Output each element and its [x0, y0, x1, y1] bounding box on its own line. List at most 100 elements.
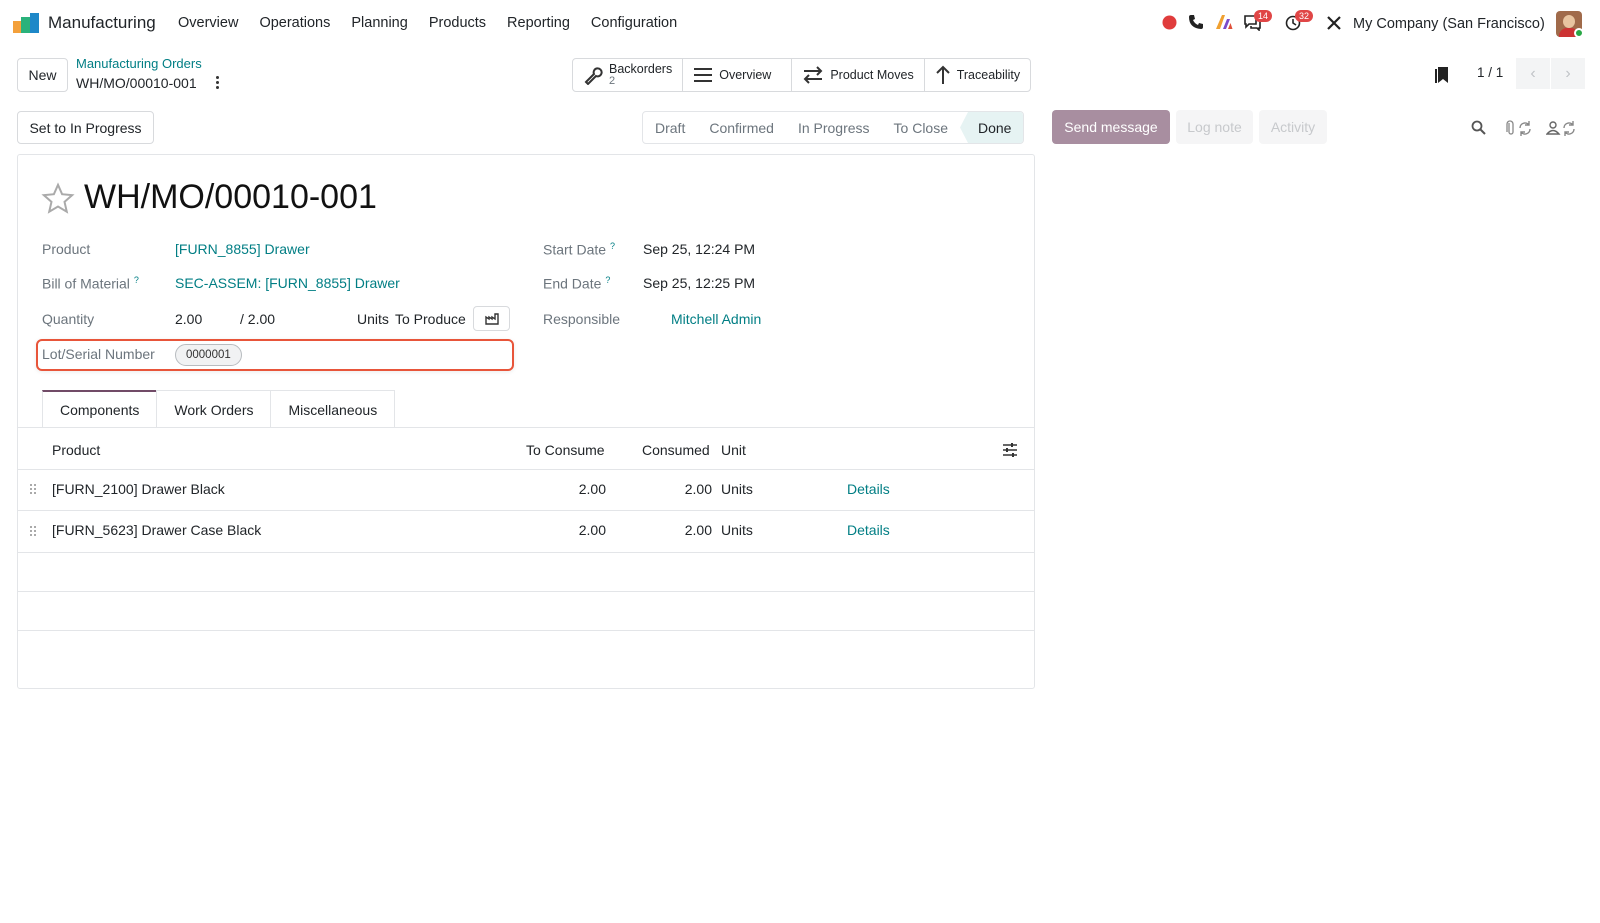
bill-of-material-field[interactable]: SEC-ASSEM: [FURN_8855] Drawer	[175, 275, 400, 291]
record-title: WH/MO/00010-001	[84, 178, 377, 216]
lot-serial-tag[interactable]: 0000001	[175, 344, 242, 366]
column-header-consumed[interactable]: Consumed	[642, 442, 710, 458]
priority-star-icon[interactable]	[41, 182, 75, 216]
backorders-smart-button[interactable]: Backorders 2	[573, 59, 684, 91]
overview-smart-button[interactable]: Overview	[683, 59, 793, 91]
quantity-field[interactable]: 2.00	[175, 311, 202, 327]
new-button[interactable]: New	[17, 58, 68, 92]
transfer-arrows-icon	[803, 66, 823, 84]
recording-icon[interactable]	[1162, 15, 1177, 30]
menu-operations[interactable]: Operations	[259, 15, 330, 31]
breadcrumb-current-record: WH/MO/00010-001	[76, 75, 197, 91]
start-date-label: Start Date?	[543, 241, 616, 258]
help-tooltip-icon[interactable]: ?	[134, 275, 139, 285]
row-details-link[interactable]: Details	[847, 522, 890, 538]
row-unit[interactable]: Units	[721, 522, 753, 538]
messages-icon[interactable]: 14	[1244, 10, 1273, 31]
row-to-consume[interactable]: 2.00	[546, 481, 606, 497]
help-tooltip-icon[interactable]: ?	[605, 275, 610, 285]
responsible-field[interactable]: Mitchell Admin	[671, 311, 761, 327]
tab-divider	[17, 427, 1034, 428]
table-empty-row-divider	[17, 591, 1034, 592]
debug-tools-icon[interactable]	[1326, 15, 1342, 31]
tab-miscellaneous[interactable]: Miscellaneous	[270, 390, 396, 428]
product-label: Product	[42, 241, 91, 257]
produce-action-button[interactable]	[473, 306, 510, 331]
row-product[interactable]: [FURN_2100] Drawer Black	[52, 481, 225, 497]
to-produce-label: To Produce	[395, 311, 466, 327]
row-unit[interactable]: Units	[721, 481, 753, 497]
end-date-field[interactable]: Sep 25, 12:25 PM	[643, 275, 755, 291]
attachment-icon[interactable]	[1504, 120, 1532, 136]
activities-badge: 32	[1295, 10, 1314, 22]
wrench-icon	[584, 67, 603, 85]
chevron-left-icon: ‹	[1530, 64, 1536, 82]
responsible-label: Responsible	[543, 311, 621, 327]
followers-icon[interactable]	[1546, 120, 1576, 136]
stage-confirmed[interactable]: Confirmed	[697, 112, 786, 143]
quantity-label: Quantity	[42, 311, 95, 327]
menu-products[interactable]: Products	[429, 15, 486, 31]
manufacturing-app-icon[interactable]	[13, 13, 39, 33]
product-field[interactable]: [FURN_8855] Drawer	[175, 241, 310, 257]
status-bar: Draft Confirmed In Progress To Close Don…	[642, 111, 1025, 144]
main-menu: Overview Operations Planning Products Re…	[178, 15, 698, 31]
log-note-button[interactable]: Log note	[1176, 110, 1253, 144]
tab-components[interactable]: Components	[42, 390, 158, 428]
phone-icon[interactable]	[1188, 14, 1204, 30]
stage-in-progress[interactable]: In Progress	[786, 112, 882, 143]
activities-clock-icon[interactable]: 32	[1285, 10, 1314, 31]
pager-previous-button[interactable]: ‹	[1516, 58, 1550, 89]
drag-handle-icon[interactable]	[30, 484, 36, 496]
pager-value[interactable]: 1 / 1	[1477, 65, 1503, 80]
column-header-product[interactable]: Product	[52, 442, 100, 458]
row-consumed[interactable]: 2.00	[652, 522, 712, 538]
ai-assistant-icon[interactable]	[1215, 14, 1233, 30]
bill-of-material-label: Bill of Material?	[42, 275, 139, 292]
online-status-dot	[1574, 28, 1584, 38]
set-to-in-progress-button[interactable]: Set to In Progress	[17, 111, 154, 144]
activity-button[interactable]: Activity	[1259, 110, 1327, 144]
start-date-field[interactable]: Sep 25, 12:24 PM	[643, 241, 755, 257]
menu-configuration[interactable]: Configuration	[591, 15, 677, 31]
menu-overview[interactable]: Overview	[178, 15, 238, 31]
row-details-link[interactable]: Details	[847, 481, 890, 497]
breadcrumb-manufacturing-orders[interactable]: Manufacturing Orders	[76, 56, 202, 71]
quantity-total: / 2.00	[240, 311, 276, 327]
table-empty-row-divider	[17, 630, 1034, 631]
help-tooltip-icon[interactable]: ?	[610, 241, 615, 251]
tab-work-orders[interactable]: Work Orders	[156, 390, 272, 428]
bookmark-icon[interactable]	[1434, 66, 1450, 84]
product-moves-smart-button[interactable]: Product Moves	[792, 59, 925, 91]
chevron-right-icon: ›	[1565, 64, 1571, 82]
table-divider	[17, 469, 1034, 470]
end-date-label: End Date?	[543, 275, 611, 292]
units-field[interactable]: Units	[357, 311, 389, 327]
company-switcher[interactable]: My Company (San Francisco)	[1353, 16, 1545, 32]
optional-columns-settings-icon[interactable]	[1003, 443, 1017, 457]
record-actions-kebab-icon[interactable]	[216, 76, 220, 91]
top-navbar: Manufacturing Overview Operations Planni…	[0, 0, 1600, 47]
stage-to-close[interactable]: To Close	[882, 112, 960, 143]
app-name[interactable]: Manufacturing	[48, 13, 156, 33]
column-header-to-consume[interactable]: To Consume	[526, 442, 605, 458]
stage-done[interactable]: Done	[960, 112, 1024, 143]
pager-next-button[interactable]: ›	[1551, 58, 1585, 89]
column-header-unit[interactable]: Unit	[721, 442, 746, 458]
stage-draft[interactable]: Draft	[643, 112, 697, 143]
drag-handle-icon[interactable]	[30, 526, 36, 538]
row-to-consume[interactable]: 2.00	[546, 522, 606, 538]
search-icon[interactable]	[1471, 120, 1486, 135]
backorders-count: 2	[609, 75, 616, 87]
send-message-button[interactable]: Send message	[1052, 110, 1170, 144]
lot-serial-label: Lot/Serial Number	[42, 346, 155, 362]
traceability-smart-button[interactable]: Traceability	[925, 59, 1030, 91]
row-consumed[interactable]: 2.00	[652, 481, 712, 497]
row-product[interactable]: [FURN_5623] Drawer Case Black	[52, 522, 261, 538]
menu-planning[interactable]: Planning	[351, 15, 407, 31]
arrow-up-icon	[935, 65, 950, 84]
smart-buttons: Backorders 2 Overview Product Moves Trac…	[572, 58, 1032, 92]
product-moves-label: Product Moves	[830, 68, 914, 82]
overview-label: Overview	[719, 68, 772, 82]
menu-reporting[interactable]: Reporting	[507, 15, 570, 31]
